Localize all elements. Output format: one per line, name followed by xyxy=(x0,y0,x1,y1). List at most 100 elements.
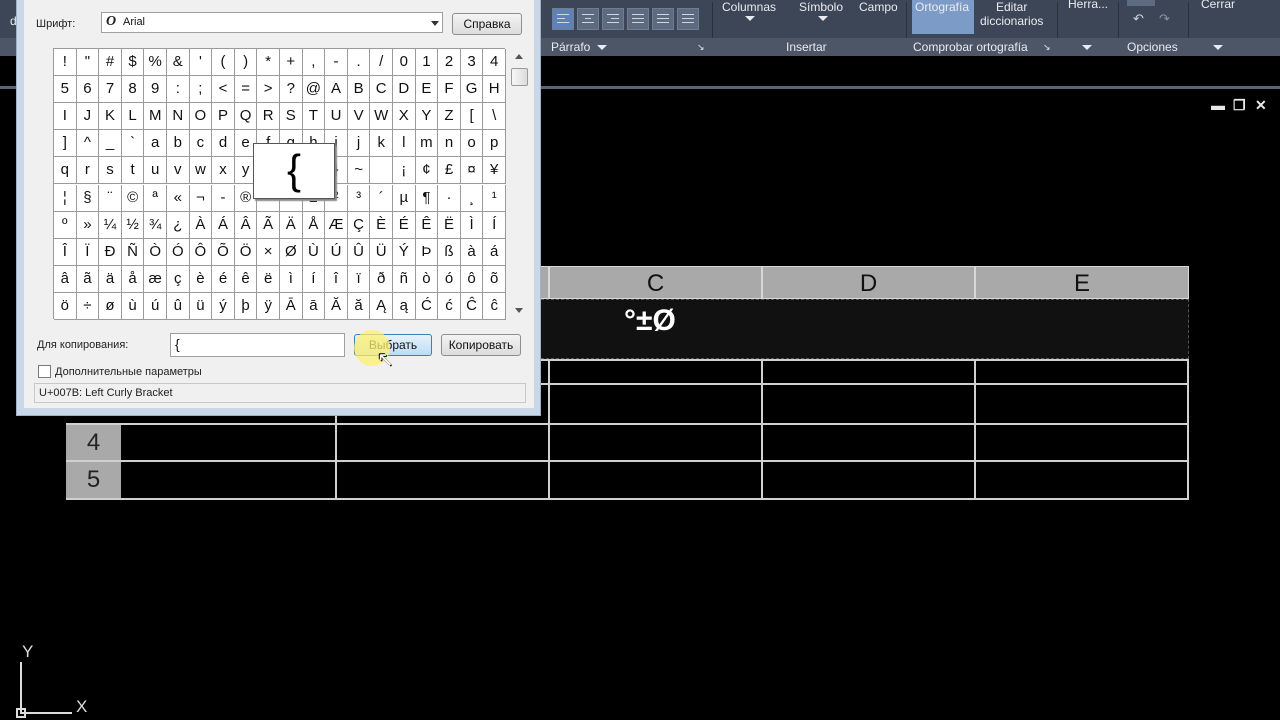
character-cell[interactable]: + xyxy=(280,49,303,77)
character-cell[interactable]: « xyxy=(167,184,190,212)
character-cell[interactable]: ô xyxy=(460,265,484,293)
character-cell[interactable]: I xyxy=(54,103,77,131)
column-header-d[interactable]: D xyxy=(762,266,975,299)
character-cell[interactable]: ù xyxy=(121,292,145,320)
character-cell[interactable]: 1 xyxy=(415,49,439,77)
herra-dropdown-icon[interactable] xyxy=(1082,45,1092,50)
character-cell[interactable]: 5 xyxy=(54,76,77,104)
scroll-up-icon[interactable] xyxy=(515,54,523,59)
character-cell[interactable]: å xyxy=(121,265,145,293)
character-cell[interactable]: ¨ xyxy=(99,184,122,212)
character-cell[interactable]: V xyxy=(347,103,371,131)
character-cell[interactable]: 9 xyxy=(144,76,167,104)
character-cell[interactable]: © xyxy=(121,184,145,212)
character-cell[interactable]: Å xyxy=(302,211,326,239)
character-cell[interactable]: ¥ xyxy=(483,157,506,185)
character-cell[interactable]: C xyxy=(370,76,393,104)
character-cell[interactable]: b xyxy=(167,130,190,158)
character-cell[interactable]: Ë xyxy=(438,211,461,239)
character-cell[interactable]: ÷ xyxy=(76,292,100,320)
character-cell[interactable]: ĉ xyxy=(483,292,506,320)
character-cell[interactable]: Ă xyxy=(325,292,348,320)
character-cell[interactable]: 2 xyxy=(438,49,461,77)
cerrar-dropdown-icon[interactable] xyxy=(1213,45,1223,50)
character-cell[interactable]: o xyxy=(460,130,484,158)
character-cell[interactable]: K xyxy=(99,103,122,131)
character-cell[interactable]: c xyxy=(189,130,213,158)
viewport-restore-icon[interactable]: ❐ xyxy=(1233,97,1246,114)
character-cell[interactable]: ò xyxy=(415,265,439,293)
character-cell[interactable]: È xyxy=(370,211,393,239)
character-cell[interactable]: ` xyxy=(121,130,145,158)
character-cell[interactable]: ¿ xyxy=(167,211,190,239)
character-cell[interactable]: - xyxy=(325,49,348,77)
row-header-5[interactable]: 5 xyxy=(66,462,121,498)
character-cell[interactable]: Û xyxy=(347,238,371,266)
character-cell[interactable]: 4 xyxy=(483,49,506,77)
character-cell[interactable] xyxy=(370,157,393,185)
character-cell[interactable]: l xyxy=(393,130,416,158)
character-cell[interactable]: @ xyxy=(302,76,326,104)
character-grid-scrollbar[interactable] xyxy=(511,48,528,319)
character-cell[interactable]: Ý xyxy=(393,238,416,266)
character-cell[interactable]: Î xyxy=(54,238,77,266)
character-cell[interactable]: ï xyxy=(347,265,371,293)
character-cell[interactable]: _ xyxy=(99,130,122,158)
character-cell[interactable]: æ xyxy=(144,265,167,293)
character-cell[interactable]: - xyxy=(212,184,235,212)
character-cell[interactable]: ø xyxy=(99,292,122,320)
character-cell[interactable]: A xyxy=(325,76,348,104)
character-cell[interactable]: í xyxy=(302,265,326,293)
character-cell[interactable]: ] xyxy=(54,130,77,158)
character-cell[interactable]: ā xyxy=(302,292,326,320)
character-cell[interactable]: Y xyxy=(415,103,439,131)
character-cell[interactable]: m xyxy=(415,130,439,158)
character-cell[interactable]: : xyxy=(167,76,190,104)
character-cell[interactable]: Ô xyxy=(189,238,213,266)
character-cell[interactable]: & xyxy=(167,49,190,77)
herramientas-button[interactable]: Herra... xyxy=(1068,0,1108,11)
character-cell[interactable]: Æ xyxy=(325,211,348,239)
align-left-button[interactable] xyxy=(552,8,574,30)
character-cell[interactable]: ½ xyxy=(121,211,145,239)
character-cell[interactable]: [ xyxy=(460,103,484,131)
character-cell[interactable]: è xyxy=(189,265,213,293)
character-cell[interactable]: ( xyxy=(212,49,235,77)
character-cell[interactable]: ý xyxy=(212,292,235,320)
character-cell[interactable]: Ć xyxy=(415,292,439,320)
character-cell[interactable]: ã xyxy=(76,265,100,293)
character-cell[interactable]: Ñ xyxy=(121,238,145,266)
character-cell[interactable]: é xyxy=(212,265,235,293)
character-cell[interactable]: 0 xyxy=(393,49,416,77)
align-justify-button[interactable] xyxy=(627,8,649,30)
character-cell[interactable]: Ą xyxy=(370,292,393,320)
parrafo-dropdown-icon[interactable] xyxy=(597,45,607,50)
character-cell[interactable]: Ù xyxy=(302,238,326,266)
row-header-4[interactable]: 4 xyxy=(66,425,121,460)
copy-button[interactable]: Копировать xyxy=(441,334,521,356)
character-cell[interactable]: Õ xyxy=(212,238,235,266)
character-cell[interactable]: 3 xyxy=(460,49,484,77)
character-cell[interactable]: Ó xyxy=(167,238,190,266)
character-cell[interactable]: Ú xyxy=(325,238,348,266)
character-cell[interactable]: B xyxy=(347,76,371,104)
character-cell[interactable]: ~ xyxy=(347,157,371,185)
characters-to-copy-input[interactable]: { xyxy=(170,333,345,357)
character-cell[interactable]: ì xyxy=(280,265,303,293)
character-cell[interactable]: Ä xyxy=(280,211,303,239)
character-cell[interactable]: k xyxy=(370,130,393,158)
character-cell[interactable]: Â xyxy=(234,211,258,239)
character-cell[interactable]: ) xyxy=(234,49,258,77)
character-cell[interactable]: ă xyxy=(347,292,371,320)
character-cell[interactable]: º xyxy=(54,211,77,239)
character-cell[interactable]: ¤ xyxy=(460,157,484,185)
character-cell[interactable]: à xyxy=(460,238,484,266)
character-cell[interactable]: < xyxy=(212,76,235,104)
viewport-close-icon[interactable]: ✕ xyxy=(1255,97,1267,114)
character-cell[interactable]: Ü xyxy=(370,238,393,266)
character-cell[interactable]: Ì xyxy=(460,211,484,239)
character-cell[interactable]: T xyxy=(302,103,326,131)
character-cell[interactable]: Ã xyxy=(257,211,280,239)
character-cell[interactable]: 7 xyxy=(99,76,122,104)
character-cell[interactable]: ¬ xyxy=(189,184,213,212)
